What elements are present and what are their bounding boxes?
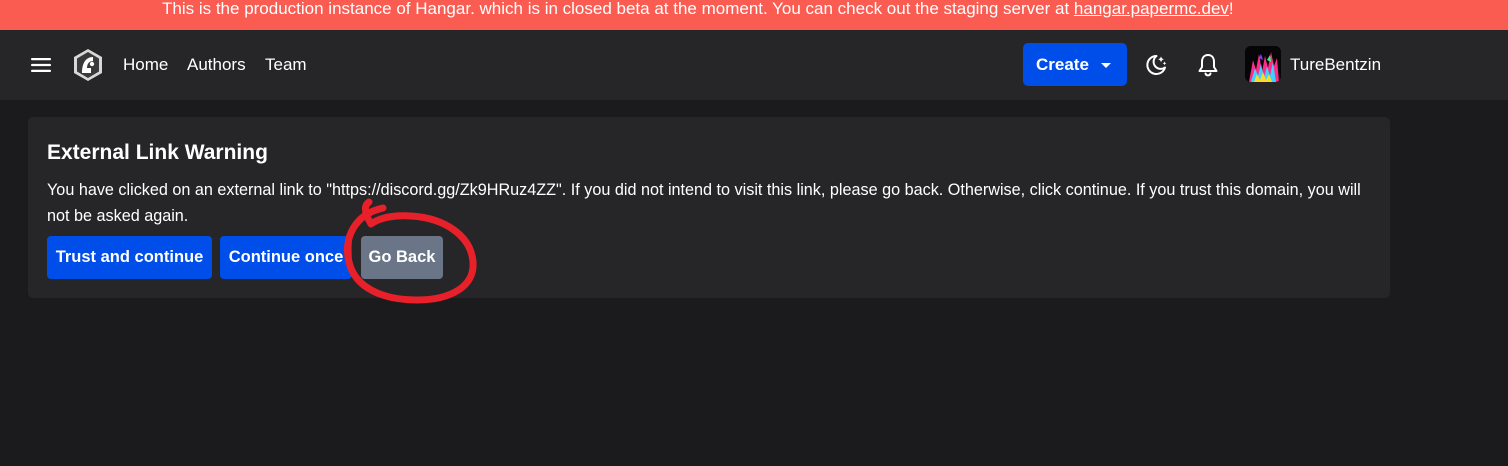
hangar-logo-icon[interactable] xyxy=(70,47,106,83)
continue-once-button[interactable]: Continue once xyxy=(220,236,352,279)
caret-down-icon xyxy=(1101,63,1111,68)
warning-title: External Link Warning xyxy=(47,141,268,164)
username-label[interactable]: TureBentzin xyxy=(1290,54,1381,76)
external-link-warning-card: External Link Warning You have clicked o… xyxy=(28,117,1390,298)
moon-stars-icon[interactable] xyxy=(1143,52,1169,78)
staging-server-link[interactable]: hangar.papermc.dev xyxy=(1074,0,1229,18)
hamburger-menu-icon[interactable] xyxy=(28,53,54,77)
warning-message: You have clicked on an external link to … xyxy=(47,181,1361,225)
announcement-banner: This is the production instance of Hanga… xyxy=(0,0,1508,30)
banner-suffix: ! xyxy=(1228,0,1234,18)
go-back-button[interactable]: Go Back xyxy=(361,236,443,279)
trust-and-continue-button[interactable]: Trust and continue xyxy=(47,236,212,279)
banner-text: This is the production instance of Hanga… xyxy=(162,0,1074,18)
nav-team-link[interactable]: Team xyxy=(265,54,307,76)
top-navigation-bar: Home Authors Team Create TureBentzin xyxy=(0,30,1508,100)
user-avatar[interactable] xyxy=(1245,46,1281,82)
bell-icon[interactable] xyxy=(1196,52,1220,78)
nav-home-link[interactable]: Home xyxy=(123,54,168,76)
nav-authors-link[interactable]: Authors xyxy=(187,54,246,76)
create-button-label: Create xyxy=(1036,55,1089,74)
create-button[interactable]: Create xyxy=(1023,43,1127,86)
